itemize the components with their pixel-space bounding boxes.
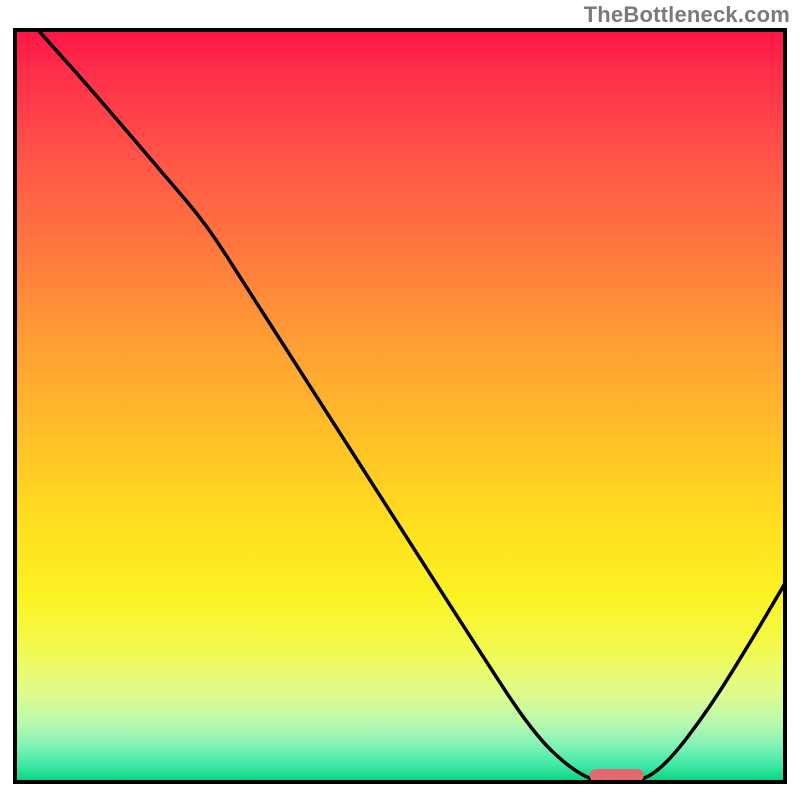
attribution-text: TheBottleneck.com — [584, 2, 790, 28]
chart-container: TheBottleneck.com — [0, 0, 800, 800]
curve-overlay — [13, 28, 787, 784]
plot-area — [13, 28, 787, 784]
bottleneck-curve — [36, 28, 787, 784]
optimal-range-marker — [590, 769, 644, 782]
